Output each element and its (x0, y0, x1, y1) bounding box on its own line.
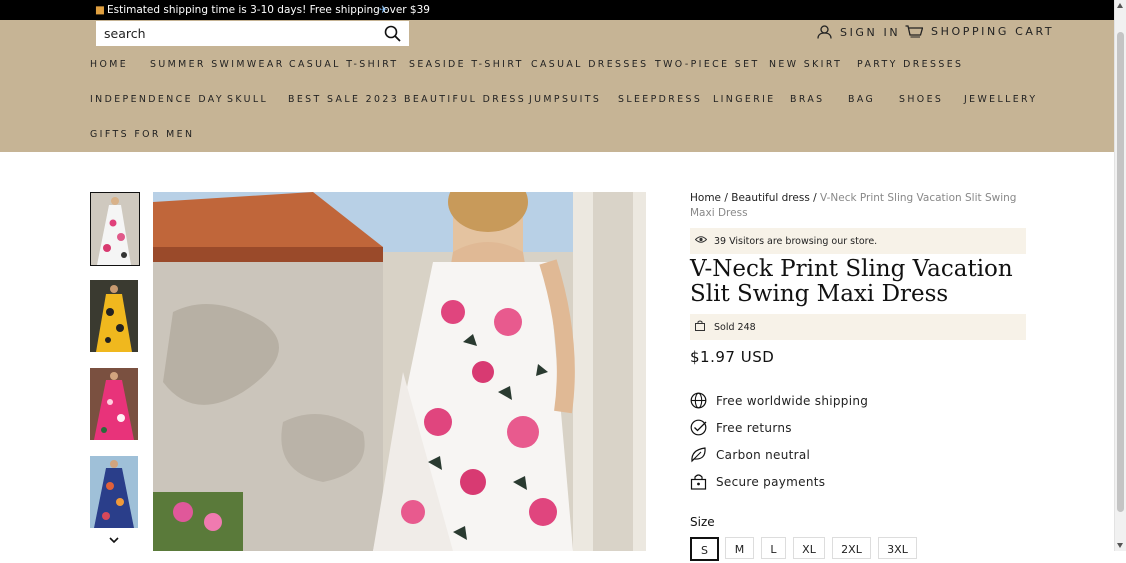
feature-carbon-neutral: Carbon neutral (690, 446, 990, 464)
nav-item-casual-t-shirt[interactable]: CASUAL T-SHIRT (289, 59, 399, 70)
breadcrumb-home[interactable]: Home (690, 192, 721, 204)
thumbnail-image[interactable] (90, 280, 138, 352)
size-option-s[interactable]: S (690, 537, 719, 561)
airplane-icon: ✈ (379, 4, 388, 16)
size-option-xl[interactable]: XL (793, 537, 825, 559)
feature-free-returns: Free returns (690, 419, 990, 437)
nav-item-best-sale-2023[interactable]: BEST SALE 2023 (288, 94, 399, 105)
feature-label: Carbon neutral (716, 448, 811, 462)
feature-label: Free worldwide shipping (716, 394, 869, 408)
nav-item-bag[interactable]: BAG (848, 94, 875, 105)
scrollbar-thumb[interactable] (1117, 32, 1124, 512)
breadcrumb-separator: / (724, 192, 728, 204)
bag-icon (695, 320, 705, 331)
scroll-down-arrow[interactable] (1117, 543, 1123, 548)
nav-item-beautiful-dress[interactable]: BEAUTIFUL DRESS (404, 94, 526, 105)
nav-item-party-dresses[interactable]: PARTY DRESSES (857, 59, 963, 70)
nav-item-bras[interactable]: BRAS (790, 94, 825, 105)
nav-item-gifts-for-men[interactable]: GIFTS FOR MEN (90, 129, 194, 140)
check-circle-icon (690, 419, 707, 436)
nav-item-home[interactable]: HOME (90, 59, 128, 70)
main-product-image[interactable] (153, 192, 646, 551)
size-option-m[interactable]: M (725, 537, 754, 559)
sold-count-text: Sold 248 (714, 322, 756, 333)
search-input[interactable] (96, 21, 374, 46)
sign-in-link[interactable]: SIGN IN (817, 25, 900, 39)
product-title: V-Neck Print Sling Vacation Slit Swing M… (690, 256, 1013, 307)
cart-icon (905, 25, 923, 38)
announcement-bar: ■ Estimated shipping time is 3-10 days! … (0, 0, 1115, 20)
size-option-3xl[interactable]: 3XL (878, 537, 917, 559)
nav-item-shoes[interactable]: SHOES (899, 94, 943, 105)
lock-icon (690, 474, 707, 490)
breadcrumb-category[interactable]: Beautiful dress (731, 192, 810, 204)
nav-item-new-skirt[interactable]: NEW SKIRT (769, 59, 842, 70)
shopping-cart-label: SHOPPING CART (931, 25, 1055, 38)
thumbnail-image[interactable] (90, 368, 138, 440)
shopping-cart-link[interactable]: SHOPPING CART (905, 25, 1054, 38)
search-icon[interactable] (384, 25, 401, 42)
feature-secure-payments: Secure payments (690, 473, 990, 491)
eye-icon (695, 236, 707, 243)
nav-item-skull[interactable]: SKULL (227, 94, 268, 105)
nav-item-two-piece-set[interactable]: TWO-PIECE SET (655, 59, 760, 70)
search-box (96, 21, 409, 46)
nav-item-jumpsuits[interactable]: JUMPSUITS (529, 94, 601, 105)
nav-item-lingerie[interactable]: LINGERIE (713, 94, 776, 105)
thumbnail-image[interactable] (90, 456, 138, 528)
nav-item-jewellery[interactable]: JEWELLERY (964, 94, 1038, 105)
feature-free-shipping: Free worldwide shipping (690, 392, 990, 410)
size-option-2xl[interactable]: 2XL (832, 537, 871, 559)
nav-item-sleepdress[interactable]: SLEEPDRESS (618, 94, 702, 105)
site-header: SIGN IN SHOPPING CART HOME SUMMER SWIMWE… (0, 20, 1115, 152)
thumbnail-image[interactable] (90, 192, 140, 266)
nav-item-summer-swimwear[interactable]: SUMMER SWIMWEAR (150, 59, 285, 70)
user-icon (817, 25, 832, 39)
visitors-text: 39 Visitors are browsing our store. (714, 236, 878, 247)
visitors-notice: 39 Visitors are browsing our store. (690, 228, 1026, 254)
nav-item-independence-day[interactable]: INDEPENDENCE DAY (90, 94, 224, 105)
nav-item-casual-dresses[interactable]: CASUAL DRESSES (531, 59, 648, 70)
sign-in-label: SIGN IN (840, 25, 901, 39)
globe-icon (690, 392, 707, 409)
page-scrollbar[interactable] (1114, 0, 1126, 551)
breadcrumb: Home / Beautiful dress / V-Neck Print Sl… (690, 191, 1030, 221)
feature-label: Secure payments (716, 475, 826, 489)
chevron-down-icon[interactable] (109, 536, 119, 544)
scroll-up-arrow[interactable] (1117, 3, 1123, 8)
sold-count-notice: Sold 248 (690, 314, 1026, 340)
size-option-l[interactable]: L (761, 537, 786, 559)
breadcrumb-separator: / (813, 192, 817, 204)
gift-icon: ■ (95, 4, 105, 16)
feature-label: Free returns (716, 421, 792, 435)
leaf-icon (691, 447, 706, 463)
size-label: Size (690, 515, 715, 529)
product-price: $1.97 USD (690, 348, 775, 366)
nav-item-seaside-t-shirt[interactable]: SEASIDE T-SHIRT (409, 59, 524, 70)
